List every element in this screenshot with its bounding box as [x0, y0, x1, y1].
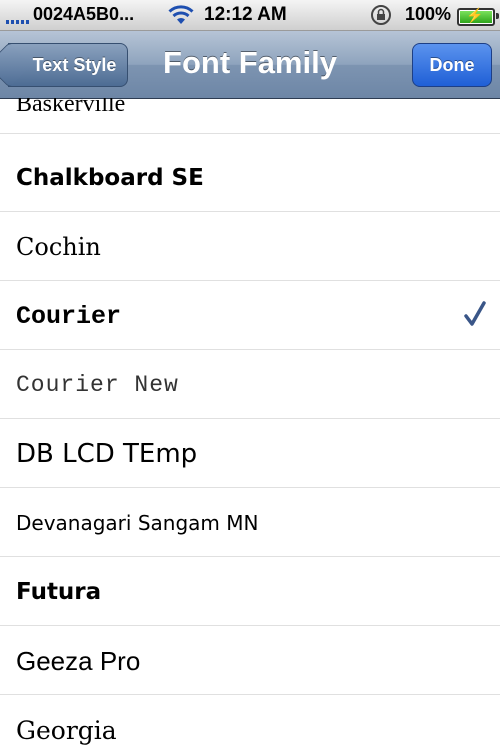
font-row-baskerville[interactable]: Baskerville — [0, 98, 500, 134]
list-item-label: Baskerville — [16, 98, 126, 117]
back-button[interactable]: Text Style — [8, 43, 128, 87]
wifi-icon — [168, 5, 194, 24]
list-item-label: Devanagari Sangam MN — [16, 511, 259, 535]
list-item-label: Cochin — [16, 233, 101, 261]
carrier: 0024A5B0... — [6, 4, 134, 25]
done-button-label: Done — [429, 54, 475, 75]
list-item-label: Courier — [16, 301, 122, 331]
font-row-georgia[interactable]: Georgia — [0, 696, 500, 750]
status-bar: 0024A5B0... 12:12 AM 100% ⚡ — [0, 0, 500, 31]
signal-icon — [6, 6, 29, 24]
list-item-label: Futura — [16, 579, 102, 605]
font-row-chalkboard-se[interactable]: Chalkboard SE — [0, 144, 500, 212]
font-row-devanagari-sangam-mn[interactable]: Devanagari Sangam MN — [0, 489, 500, 557]
font-row-db-lcd-temp[interactable]: DB LCD TEmp — [0, 420, 500, 488]
done-button[interactable]: Done — [412, 43, 492, 87]
checkmark-icon — [464, 301, 486, 326]
battery-percent: 100% — [405, 4, 452, 24]
clock: 12:12 AM — [204, 4, 287, 25]
navigation-bar: Text Style Font Family Done — [0, 31, 500, 99]
font-row-courier-new[interactable]: Courier New — [0, 351, 500, 419]
carrier-name: 0024A5B0... — [33, 4, 135, 24]
list-item-label: DB LCD TEmp — [16, 439, 198, 469]
list-item-label: Chalkboard SE — [16, 165, 204, 191]
font-row-futura[interactable]: Futura — [0, 558, 500, 626]
back-button-label: Text Style — [32, 54, 117, 75]
list-item-label: Geeza Pro — [16, 645, 141, 676]
rotation-lock-icon — [371, 5, 391, 25]
font-row-cochin[interactable]: Cochin — [0, 213, 500, 281]
list-item-label: Courier New — [16, 372, 179, 398]
font-row-geeza-pro[interactable]: Geeza Pro — [0, 627, 500, 695]
font-row-courier[interactable]: Courier — [0, 282, 500, 350]
page-title: Font Family — [163, 45, 337, 80]
font-family-list[interactable]: Baskerville Chalkboard SE Cochin Courier… — [0, 98, 500, 750]
list-item-label: Georgia — [16, 715, 117, 745]
battery-charging-icon: ⚡ — [457, 7, 499, 26]
